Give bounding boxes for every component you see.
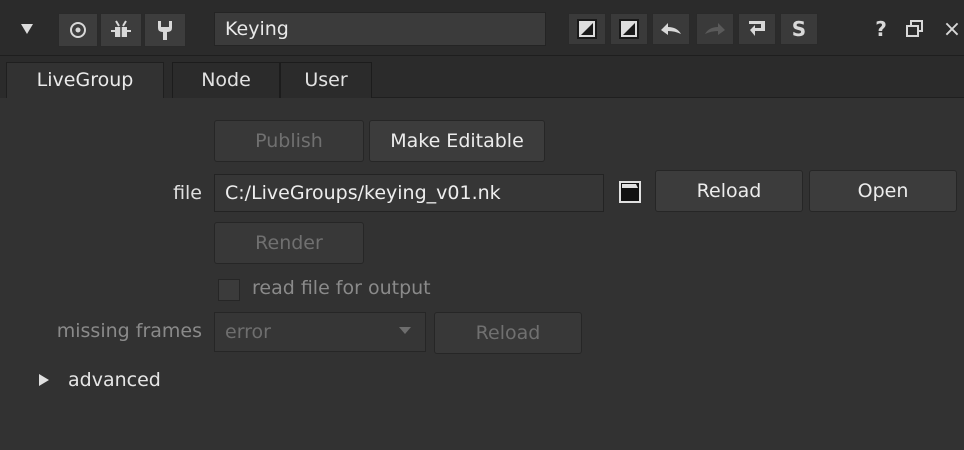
color-swatch-1-button[interactable] [568, 13, 606, 45]
open-button[interactable]: Open [809, 170, 957, 212]
redo-icon [705, 23, 725, 35]
close-icon: × [942, 16, 962, 42]
wrench-icon [158, 21, 172, 40]
settings-button[interactable] [144, 13, 186, 47]
make-editable-button[interactable]: Make Editable [369, 120, 545, 162]
debug-button[interactable] [100, 13, 142, 47]
read-file-checkbox[interactable] [218, 279, 240, 301]
missing-frames-select[interactable]: error [214, 312, 426, 352]
reload-frames-button[interactable]: Reload [434, 312, 582, 354]
color-swatch-2-icon [619, 19, 639, 39]
missing-frames-value: error [225, 321, 271, 343]
file-label: file [173, 182, 202, 204]
help-icon: ? [875, 17, 887, 41]
render-button[interactable]: Render [214, 222, 364, 264]
read-file-label: read file for output [252, 277, 431, 299]
advanced-section-toggle[interactable]: advanced [38, 366, 238, 394]
tab-node[interactable]: Node [172, 62, 280, 98]
float-icon [906, 20, 923, 37]
bug-icon [111, 20, 131, 37]
revert-icon [749, 21, 765, 36]
file-path-input[interactable]: C:/LiveGroups/keying_v01.nk [214, 174, 604, 212]
color-swatch-1-icon [577, 19, 597, 39]
missing-frames-label: missing frames [56, 320, 202, 342]
float-button[interactable] [900, 13, 930, 45]
publish-button[interactable]: Publish [214, 120, 364, 162]
s-button[interactable]: S [780, 13, 818, 45]
s-icon: S [791, 17, 807, 41]
node-name-input[interactable]: Keying [214, 12, 546, 46]
help-button[interactable]: ? [866, 13, 896, 45]
target-circle-icon [70, 22, 86, 38]
tab-livegroup[interactable]: LiveGroup [6, 62, 164, 98]
color-swatch-2-button[interactable] [610, 13, 648, 45]
file-browse-button[interactable] [614, 178, 648, 208]
redo-button[interactable] [696, 13, 734, 45]
collapse-triangle-icon [21, 24, 33, 34]
title-bar: Keying S ? × [0, 0, 964, 56]
expand-triangle-icon [39, 374, 49, 386]
close-button[interactable]: × [940, 13, 964, 45]
folder-icon [619, 181, 641, 203]
revert-button[interactable] [738, 13, 776, 45]
tab-bar: LiveGroup Node User [0, 56, 964, 98]
undo-icon [661, 23, 681, 35]
tab-divider [372, 97, 964, 98]
collapse-button[interactable] [10, 13, 44, 45]
reload-button[interactable]: Reload [655, 170, 803, 212]
tab-user[interactable]: User [280, 62, 372, 98]
undo-button[interactable] [652, 13, 690, 45]
chevron-down-icon [399, 327, 411, 334]
viewer-target-button[interactable] [58, 13, 98, 47]
advanced-label: advanced [68, 369, 161, 391]
